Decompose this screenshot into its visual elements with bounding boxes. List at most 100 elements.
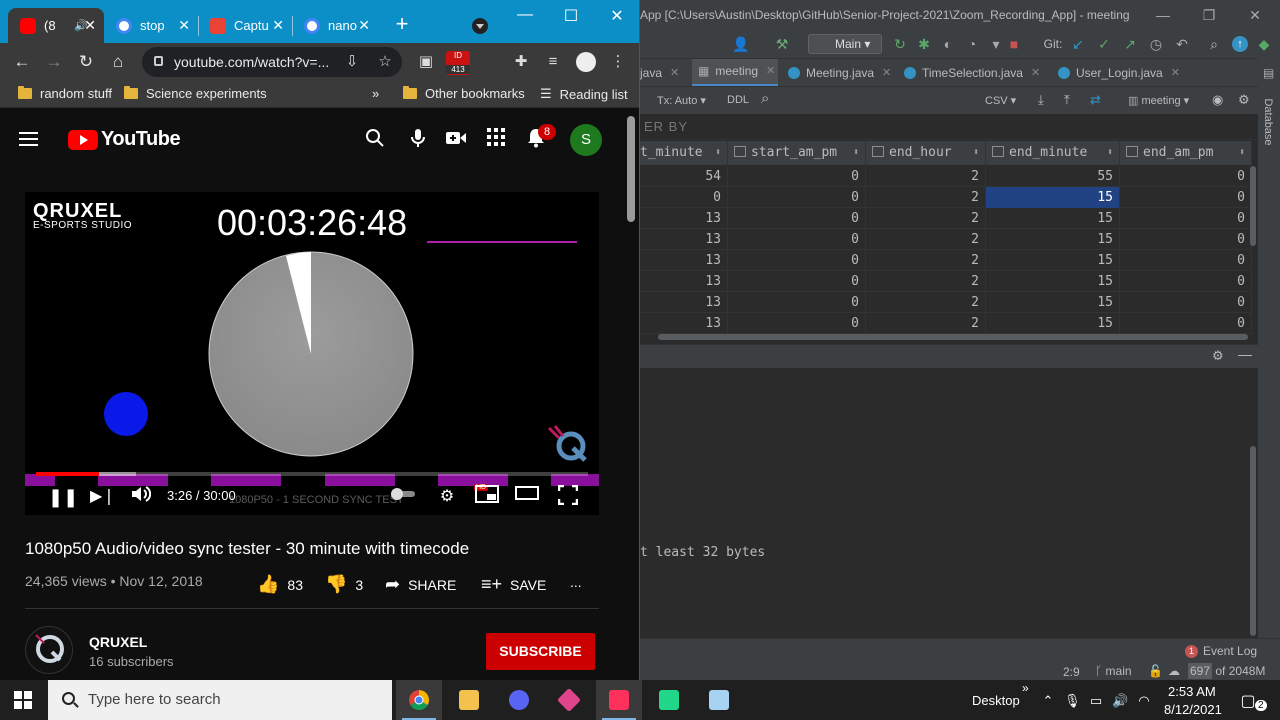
panel-hide-icon[interactable]: — [1238, 346, 1252, 362]
table-cell[interactable]: 0 [1120, 229, 1252, 250]
tab-youtube[interactable]: (8 🔊 ✕ [8, 8, 104, 43]
table-cell[interactable]: 0 [728, 313, 866, 334]
table-cell[interactable]: 0 [1120, 166, 1252, 187]
table-cell[interactable]: 15 [986, 292, 1120, 313]
table-row[interactable]: 54 0 2 55 0 [640, 166, 1252, 187]
more-run-icon[interactable]: ▾ [988, 36, 1004, 52]
table-cell[interactable]: 0 [728, 208, 866, 229]
puzzle-icon[interactable]: ✚ [511, 52, 531, 72]
table-cell[interactable]: 55 [986, 166, 1120, 187]
taskbar-app-cube[interactable] [546, 680, 592, 720]
download-icon[interactable]: ⤓ [1038, 92, 1044, 108]
table-cell[interactable]: 2 [866, 250, 986, 271]
dislike-button[interactable]: 👎 3 [325, 574, 363, 595]
schema-select[interactable]: ▥ meeting ▾ [1128, 94, 1189, 107]
maximize-icon[interactable]: ☐ [556, 6, 586, 26]
debug-bug-icon[interactable]: ✱ [916, 36, 932, 52]
taskbar-discord[interactable] [496, 680, 542, 720]
microphone-icon[interactable] [406, 128, 430, 152]
memory-indicator[interactable]: 697 of 2048M [1188, 663, 1265, 679]
bookmarks-overflow[interactable]: » [372, 86, 379, 101]
console-scrollbar[interactable] [1250, 446, 1256, 636]
grid-search-icon[interactable]: ⌕ [761, 90, 769, 107]
tab-meeting[interactable]: ▦ meeting ✕ [692, 59, 778, 87]
taskbar-search-box[interactable]: Type here to search [48, 680, 392, 720]
table-cell[interactable]: 2 [866, 292, 986, 313]
speaker-tray-icon[interactable]: 🔊 [1112, 693, 1128, 709]
tx-mode-select[interactable]: Tx: Auto ▾ [657, 94, 706, 107]
grid-vertical-scrollbar[interactable] [1250, 166, 1256, 246]
install-icon[interactable]: ⇩ [342, 52, 362, 72]
share-button[interactable]: ➦ SHARE [385, 574, 456, 595]
like-button[interactable]: 👍 83 [257, 574, 303, 595]
settings-gear-icon[interactable]: ⚙ [435, 485, 459, 509]
page-scrollbar[interactable] [627, 116, 635, 222]
youtube-logo-icon[interactable] [68, 130, 98, 150]
table-cell[interactable]: 13 [640, 208, 728, 229]
table-row[interactable]: 13 0 2 15 0 [640, 208, 1252, 229]
git-rollback-icon[interactable]: ↶ [1174, 36, 1190, 52]
taskbar-chrome[interactable] [396, 680, 442, 720]
close-tab-icon[interactable]: ✕ [1031, 60, 1040, 87]
table-cell[interactable]: 0 [1120, 250, 1252, 271]
table-row[interactable]: 13 0 2 15 0 [640, 250, 1252, 271]
clock-time[interactable]: 2:53 AM [1168, 684, 1216, 699]
grid-horizontal-scrollbar[interactable] [658, 334, 1248, 340]
video-player[interactable]: QRUXEL E-SPORTS STUDIO 00:03:26:48 ❚❚ ▶❘… [25, 192, 599, 515]
table-cell[interactable]: 15 [986, 313, 1120, 334]
table-cell[interactable]: 13 [640, 271, 728, 292]
column-header[interactable]: end_minute ⬍ [986, 141, 1120, 165]
export-format-select[interactable]: CSV ▾ [985, 94, 1016, 107]
table-cell[interactable]: 15 [986, 187, 1120, 208]
close-tab-icon[interactable]: ✕ [272, 17, 284, 34]
miniplayer-icon[interactable] [475, 485, 499, 509]
bookmark-other[interactable]: Other bookmarks [403, 86, 525, 101]
channel-avatar[interactable] [25, 626, 73, 674]
close-tab-icon[interactable]: ✕ [358, 17, 370, 34]
desktop-toolbar-label[interactable]: Desktop [972, 693, 1020, 708]
table-cell[interactable]: 2 [866, 166, 986, 187]
autoplay-toggle[interactable] [389, 485, 415, 509]
user-icon[interactable]: 👤 [732, 36, 749, 52]
wifi-icon[interactable]: ◠ [1136, 693, 1152, 709]
youtube-wordmark[interactable]: YouTube [101, 128, 181, 151]
table-row[interactable]: 13 0 2 15 0 [640, 313, 1252, 334]
vcs-branch[interactable]: ᚴ main [1095, 664, 1132, 678]
order-by-field[interactable]: ER BY [640, 114, 1258, 140]
view-eye-icon[interactable]: ◉ [1212, 92, 1223, 108]
tab-timeselection-java[interactable]: TimeSelection.java ✕ [904, 59, 1052, 87]
table-cell[interactable]: 0 [640, 187, 728, 208]
git-commit-icon[interactable]: ✓ [1096, 36, 1112, 52]
rerun-icon[interactable]: ↻ [892, 36, 908, 52]
database-tool-icon[interactable]: ▤ [1263, 66, 1274, 80]
table-row[interactable]: 13 0 2 15 0 [640, 271, 1252, 292]
tab-meeting-java[interactable]: Meeting.java ✕ [788, 59, 898, 87]
tab-google-nano[interactable]: nano ✕ [292, 8, 378, 43]
back-icon[interactable]: ← [12, 52, 32, 72]
stop-icon[interactable]: ■ [1006, 36, 1022, 52]
sort-icon[interactable]: ⬍ [973, 141, 979, 165]
channel-name[interactable]: QRUXEL [89, 634, 147, 650]
ide-restore-icon[interactable]: ❐ [1194, 0, 1224, 30]
minimize-icon[interactable]: — [510, 6, 540, 24]
table-cell[interactable]: 0 [728, 271, 866, 292]
create-video-icon[interactable] [444, 128, 468, 152]
windows-start-icon[interactable] [14, 691, 32, 709]
extension-badge[interactable]: ID 413 [446, 51, 470, 75]
bookmark-random-stuff[interactable]: random stuff [18, 86, 112, 101]
close-tab-icon[interactable]: ✕ [1171, 60, 1180, 87]
close-tab-icon[interactable]: ✕ [84, 17, 96, 34]
taskbar-intellij[interactable] [596, 680, 642, 720]
sort-icon[interactable]: ⬍ [715, 141, 721, 165]
build-hammer-icon[interactable]: ⚒ [774, 36, 790, 52]
subscribe-button[interactable]: SUBSCRIBE [486, 633, 595, 670]
table-cell[interactable]: 0 [1120, 187, 1252, 208]
table-cell[interactable]: 0 [728, 187, 866, 208]
ide-logo-icon[interactable]: ◆ [1256, 36, 1272, 52]
table-cell[interactable]: 0 [1120, 313, 1252, 334]
more-actions-button[interactable]: ... [570, 574, 582, 590]
table-cell[interactable]: 0 [1120, 271, 1252, 292]
fullscreen-icon[interactable] [556, 484, 580, 509]
close-tab-icon[interactable]: ✕ [178, 17, 190, 34]
tab-user-login-java[interactable]: User_Login.java ✕ [1058, 59, 1198, 87]
